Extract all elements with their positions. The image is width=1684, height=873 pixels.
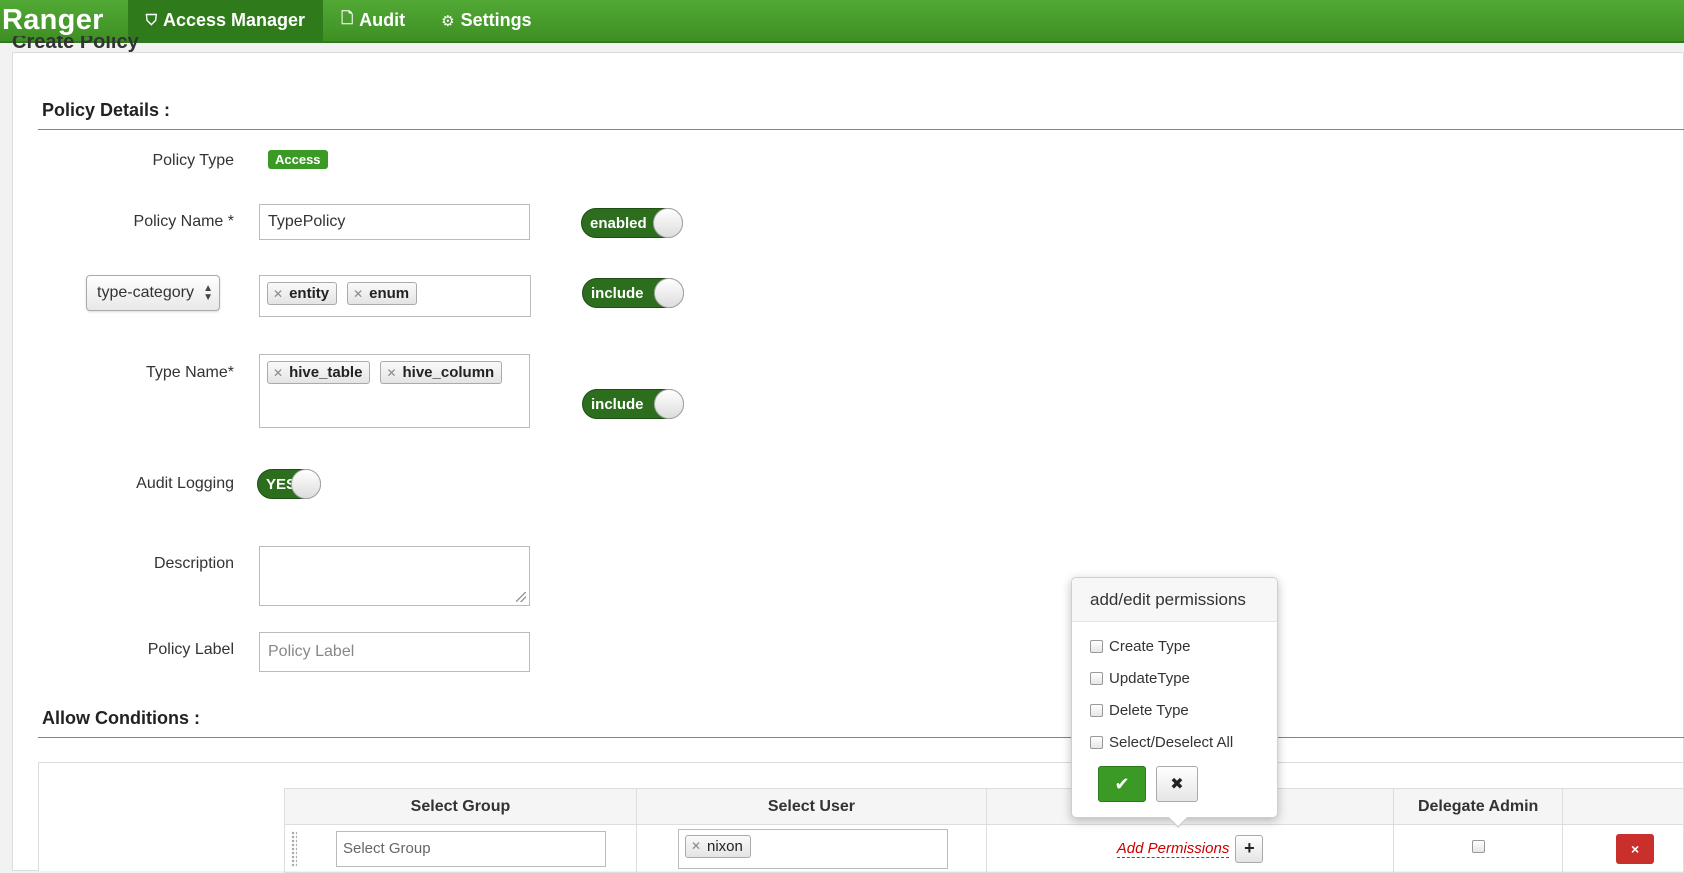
checkbox[interactable] — [1090, 671, 1103, 685]
file-icon: 🗋 — [341, 10, 354, 27]
resource-include-toggle-label: include — [591, 284, 644, 302]
nav-audit-label: Audit — [359, 10, 406, 30]
select-group-input[interactable]: Select Group — [336, 830, 606, 867]
cancel-button[interactable]: ✖ — [1156, 766, 1198, 802]
resource-type-select-value: type-category — [97, 284, 194, 301]
plus-icon[interactable]: + — [1235, 834, 1264, 863]
close-icon: ✖ — [1170, 776, 1184, 793]
resource-include-toggle[interactable]: include — [582, 278, 684, 308]
toggle-knob — [654, 389, 684, 419]
policy-name-label: Policy Name * — [133, 213, 234, 230]
drag-handle-icon[interactable] — [291, 831, 297, 867]
col-select-group: Select Group — [284, 788, 637, 825]
perm-option-update-type[interactable]: UpdateType — [1072, 662, 1277, 694]
nav-settings[interactable]: ⚙ Settings — [423, 0, 549, 42]
add-permissions-link[interactable]: Add Permissions — [1116, 840, 1230, 858]
gear-icon: ⚙ — [441, 12, 455, 30]
type-name-tag[interactable]: ✕ hive_column — [380, 361, 503, 384]
group-cell: Select Group — [284, 824, 637, 873]
checkbox[interactable] — [1090, 639, 1103, 653]
check-icon: ✔ — [1114, 773, 1130, 794]
checkbox[interactable] — [1090, 703, 1103, 717]
add-permissions-control[interactable]: Add Permissions + — [988, 834, 1392, 863]
section-divider — [38, 129, 1684, 130]
remove-tag-icon[interactable]: ✕ — [386, 366, 396, 380]
toggle-knob — [654, 278, 684, 308]
resource-tag[interactable]: ✕ entity — [267, 282, 338, 305]
delete-row-button[interactable]: × — [1616, 833, 1655, 864]
perm-option-select-all[interactable]: Select/Deselect All — [1072, 726, 1277, 758]
audit-logging-label: Audit Logging — [136, 475, 234, 492]
toggle-knob — [291, 469, 321, 499]
popover-title: add/edit permissions — [1072, 578, 1277, 622]
type-name-include-toggle[interactable]: include — [582, 389, 684, 419]
table-row: Select Group ✕ nixon Add Permissions + × — [284, 824, 1684, 873]
select-user-tagbox[interactable]: ✕ nixon — [677, 828, 948, 869]
popover-arrow — [1167, 816, 1189, 828]
policy-label-input[interactable]: Policy Label — [259, 632, 530, 672]
permissions-popover: add/edit permissions Create Type UpdateT… — [1071, 577, 1278, 828]
resource-type-select[interactable]: type-category ▲ ▼ — [86, 275, 220, 311]
description-label: Description — [153, 555, 234, 572]
type-name-label: Type Name* — [145, 364, 234, 381]
resource-tag[interactable]: ✕ enum — [347, 282, 418, 305]
col-actions — [1562, 788, 1684, 825]
remove-tag-icon[interactable]: ✕ — [273, 287, 283, 301]
perm-option-delete-type[interactable]: Delete Type — [1072, 694, 1277, 726]
remove-tag-icon[interactable]: ✕ — [691, 839, 701, 853]
allow-conditions-table: Select Group Select User Delegate Admin … — [284, 788, 1684, 873]
policy-name-input[interactable]: TypePolicy — [259, 204, 530, 240]
type-name-tagbox[interactable]: ✕ hive_table ✕ hive_column — [259, 354, 530, 428]
resource-value-tagbox[interactable]: ✕ entity ✕ enum — [259, 275, 531, 317]
page-title: Create Policy — [12, 36, 139, 52]
user-tag[interactable]: ✕ nixon — [684, 834, 751, 858]
confirm-button[interactable]: ✔ — [1098, 766, 1146, 802]
shield-icon: ⛉ — [145, 12, 157, 29]
type-name-tag[interactable]: ✕ hive_table — [267, 361, 371, 384]
resize-grip-icon[interactable] — [516, 592, 526, 602]
policy-type-label: Policy Type — [152, 152, 234, 169]
remove-tag-icon[interactable]: ✕ — [353, 287, 363, 301]
policy-enabled-toggle-label: enabled — [590, 214, 647, 232]
toggle-knob — [653, 208, 683, 238]
nav-settings-label: Settings — [460, 10, 532, 30]
audit-logging-toggle[interactable]: YES — [257, 469, 321, 499]
checkbox[interactable] — [1090, 735, 1103, 749]
user-cell: ✕ nixon — [635, 824, 987, 873]
section-divider — [38, 737, 1684, 738]
nav-access-manager-label: Access Manager — [162, 10, 306, 30]
description-textarea[interactable] — [259, 546, 530, 606]
permissions-cell: Add Permissions + — [985, 824, 1395, 873]
actions-cell: × — [1562, 824, 1684, 873]
type-name-include-toggle-label: include — [591, 395, 644, 413]
policy-form-panel — [12, 52, 1684, 871]
policy-label-label: Policy Label — [147, 641, 234, 658]
allow-conditions-heading: Allow Conditions : — [42, 708, 200, 728]
col-select-user: Select User — [635, 788, 987, 825]
top-navbar: Ranger ⛉ Access Manager 🗋 Audit ⚙ Settin… — [0, 0, 1684, 43]
nav-access-manager[interactable]: ⛉ Access Manager — [127, 0, 324, 42]
remove-tag-icon[interactable]: ✕ — [273, 366, 283, 380]
policy-type-badge: Access — [268, 150, 328, 169]
perm-option-create-type[interactable]: Create Type — [1072, 630, 1277, 662]
col-delegate-admin: Delegate Admin — [1393, 788, 1564, 825]
delegate-admin-cell — [1393, 824, 1564, 873]
policy-details-heading: Policy Details : — [42, 100, 171, 120]
nav-audit[interactable]: 🗋 Audit — [323, 0, 423, 42]
policy-enabled-toggle[interactable]: enabled — [581, 208, 683, 238]
updown-arrows-icon: ▲ ▼ — [203, 283, 213, 303]
delegate-admin-checkbox[interactable] — [1471, 839, 1485, 853]
